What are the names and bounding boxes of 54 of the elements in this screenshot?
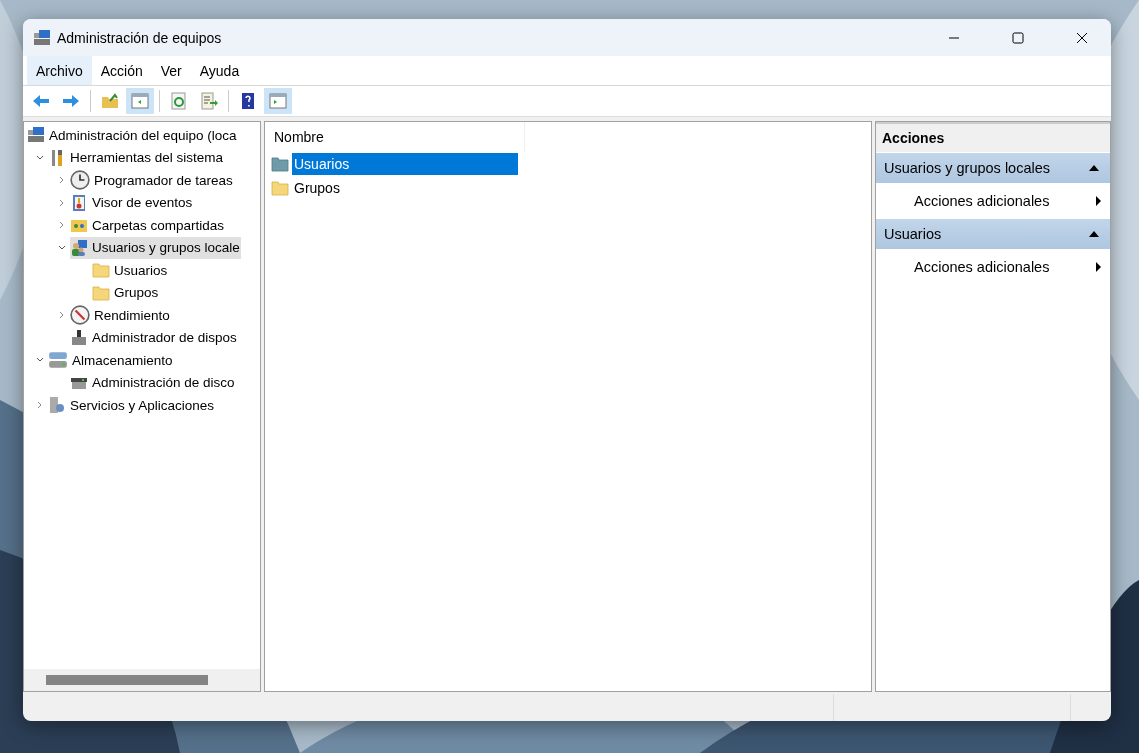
export-list-icon: [200, 92, 218, 110]
action-link[interactable]: Acciones adicionales: [914, 258, 1050, 275]
log-icon: [70, 193, 88, 212]
menu-item[interactable]: Ayuda: [190, 56, 249, 85]
services-icon: [48, 396, 66, 415]
folder-up-icon: [101, 92, 119, 110]
refresh-icon: [170, 92, 188, 110]
folder-icon: [271, 155, 289, 173]
tree-pane-icon: [130, 92, 150, 110]
tree-item[interactable]: Usuarios: [92, 259, 169, 282]
tree-item[interactable]: Almacenamiento: [48, 349, 174, 372]
close-icon[interactable]: [1076, 31, 1088, 44]
tree-item[interactable]: Administrador de dispos: [70, 326, 238, 349]
submenu-arrow-icon: [1095, 194, 1102, 207]
clock-icon: [70, 170, 90, 191]
tree-item[interactable]: Administración de disco: [70, 371, 236, 394]
tree-item[interactable]: Grupos: [92, 281, 160, 304]
list-item[interactable]: Grupos: [292, 177, 518, 199]
computer-icon: [27, 126, 45, 145]
maximize-icon[interactable]: [1012, 31, 1024, 44]
storage-icon: [48, 350, 68, 371]
menu-item[interactable]: Acción: [91, 56, 152, 85]
submenu-arrow-icon: [1095, 260, 1102, 273]
computer-icon: [33, 28, 51, 47]
section-title: Usuarios y grupos locales: [884, 160, 1051, 176]
section-title: Usuarios: [884, 226, 942, 242]
folder-icon: [92, 283, 110, 302]
users-icon: [70, 238, 88, 257]
menu-item[interactable]: Ver: [151, 56, 191, 85]
tree-item[interactable]: Programador de tareas: [70, 169, 234, 192]
actions-title: Acciones: [876, 122, 1110, 152]
tree-item[interactable]: Administración del equipo (loca: [27, 124, 238, 147]
forward-arrow-icon: [61, 92, 81, 110]
window-title: Administración de equipos: [57, 29, 223, 46]
back-arrow-icon: [31, 92, 51, 110]
menu-item[interactable]: Archivo: [27, 56, 92, 85]
tree-item[interactable]: Usuarios y grupos locale: [70, 236, 241, 259]
help-icon: [239, 92, 257, 110]
action-pane-icon: [268, 92, 288, 110]
column-header[interactable]: Nombre: [265, 122, 525, 152]
tree-item[interactable]: Rendimiento: [70, 304, 171, 327]
list-item[interactable]: Usuarios: [292, 153, 518, 175]
folder-icon: [271, 179, 289, 197]
device-icon: [70, 328, 88, 347]
tree-item[interactable]: Herramientas del sistema: [48, 146, 225, 169]
gauge-icon: [70, 305, 90, 326]
tree-item[interactable]: Servicios y Aplicaciones: [48, 394, 216, 417]
action-section-header[interactable]: Usuarios: [876, 219, 1110, 249]
action-link[interactable]: Acciones adicionales: [914, 192, 1050, 209]
tree-item[interactable]: Carpetas compartidas: [70, 214, 226, 237]
folder-icon: [92, 261, 110, 280]
scrollbar-thumb[interactable]: [46, 675, 208, 685]
tree-item[interactable]: Visor de eventos: [70, 191, 194, 214]
action-section-header[interactable]: Usuarios y grupos locales: [876, 153, 1110, 183]
